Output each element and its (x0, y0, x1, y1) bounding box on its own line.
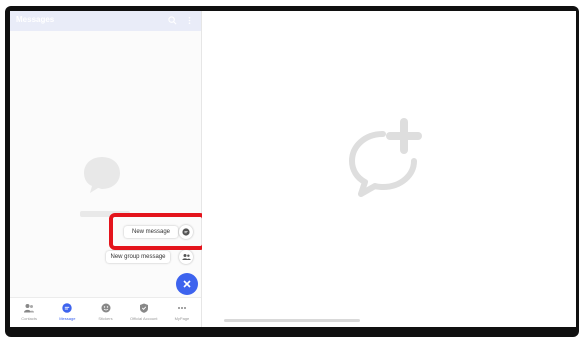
tab-contacts[interactable]: Contacts (10, 298, 48, 327)
new-chat-placeholder-icon (349, 118, 422, 197)
tab-label: Message (59, 316, 76, 321)
sticker-icon (101, 303, 110, 313)
messages-header: Messages (10, 11, 201, 31)
tab-label: Stickers (98, 316, 113, 321)
empty-chat-icon (84, 157, 120, 193)
tab-label: MyPage (174, 316, 190, 321)
tab-label: Contacts (21, 316, 37, 321)
conversation-panel: Messages New message New group message C… (10, 11, 206, 327)
tab-stickers[interactable]: Stickers (86, 298, 124, 327)
page-title: Messages (16, 15, 55, 24)
official-account-icon (139, 303, 148, 313)
tab-mypage[interactable]: MyPage (163, 298, 201, 327)
home-indicator (224, 319, 360, 322)
bottom-tab-bar: Contacts Message Stickers Official Accou… (10, 297, 201, 327)
group-icon (181, 254, 191, 260)
tab-official-account[interactable]: Official Account (125, 298, 163, 327)
message-icon (62, 303, 72, 313)
new-group-message-button[interactable] (179, 250, 193, 264)
close-icon (183, 280, 191, 288)
more-icon (177, 307, 186, 309)
tab-label: Official Account (129, 316, 158, 321)
highlight-frame (109, 213, 206, 250)
app-screen: Messages New message New group message C… (10, 11, 576, 327)
more-options-icon[interactable] (185, 16, 195, 26)
close-fab-button[interactable] (176, 273, 198, 295)
search-icon[interactable] (168, 16, 178, 26)
empty-detail-pane (202, 11, 576, 327)
new-group-message-label[interactable]: New group message (106, 251, 170, 263)
contacts-icon (24, 304, 35, 313)
tab-message[interactable]: Message (48, 298, 86, 327)
